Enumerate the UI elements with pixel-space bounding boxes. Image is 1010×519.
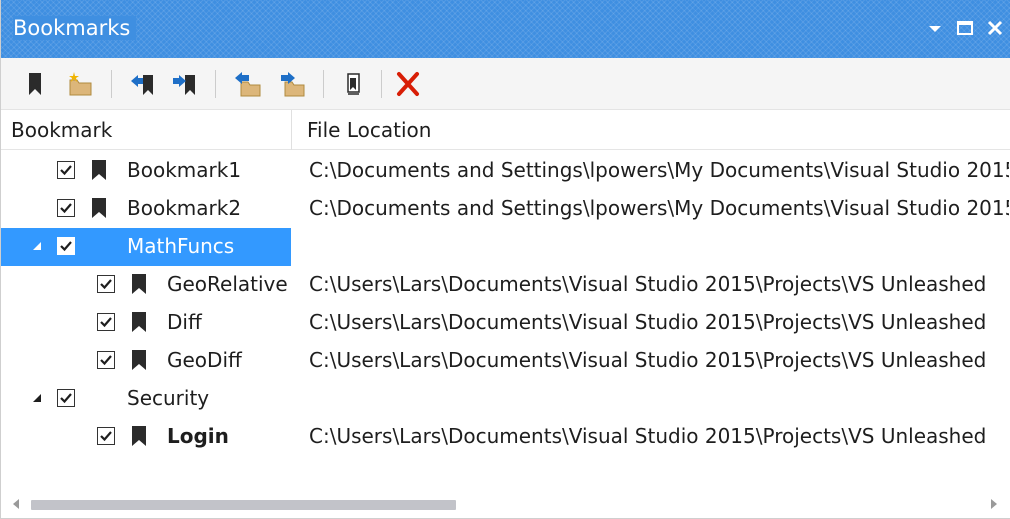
column-divider[interactable] (291, 110, 292, 150)
column-header: Bookmark File Location (1, 110, 1010, 150)
delete-button[interactable] (393, 68, 423, 100)
folder-item-security[interactable]: Security (1, 380, 1010, 418)
checkmark-icon (100, 355, 112, 366)
bookmark-location: C:\Users\Lars\Documents\Visual Studio 20… (309, 424, 987, 448)
title-bar[interactable]: Bookmarks (1, 0, 1010, 58)
next-bookmark-button[interactable] (171, 68, 201, 100)
previous-bookmark-icon (131, 75, 153, 95)
list-item[interactable]: Bookmark1 C:\Documents and Settings\lpow… (1, 152, 1010, 190)
toggle-bookmarks-icon (347, 73, 360, 95)
bookmark-list: Bookmark1 C:\Documents and Settings\lpow… (1, 152, 1010, 467)
delete-icon (397, 72, 419, 96)
checkmark-icon (60, 203, 72, 214)
bookmark-checkbox[interactable] (97, 275, 115, 293)
bookmark-icon (132, 350, 146, 370)
bookmark-name: GeoDiff (167, 348, 242, 372)
bookmark-icon (29, 73, 41, 95)
bookmark-icon (132, 274, 146, 294)
expand-collapse-icon[interactable] (31, 240, 43, 252)
previous-bookmark-button[interactable] (129, 68, 159, 100)
previous-in-folder-button[interactable] (233, 68, 263, 100)
checkmark-icon (60, 165, 72, 176)
checkmark-icon (100, 431, 112, 442)
checkmark-icon (60, 241, 72, 252)
window-title: Bookmarks (13, 16, 137, 40)
bookmark-checkbox[interactable] (97, 313, 115, 331)
list-item[interactable]: GeoRelative C:\Users\Lars\Documents\Visu… (1, 266, 1010, 304)
bookmark-name: Bookmark2 (127, 196, 242, 220)
column-header-file-location[interactable]: File Location (307, 118, 431, 142)
bookmark-name: Diff (167, 310, 202, 334)
bookmark-name: GeoRelative (167, 272, 288, 296)
bookmark-icon (132, 426, 146, 446)
bookmark-checkbox[interactable] (97, 427, 115, 445)
folder-item-mathfuncs[interactable]: MathFuncs (1, 228, 1010, 266)
horizontal-scrollbar[interactable] (1, 488, 1010, 518)
folder-name: MathFuncs (127, 234, 235, 258)
bookmark-checkbox[interactable] (97, 351, 115, 369)
scrollbar-thumb[interactable] (31, 500, 456, 510)
bookmark-checkbox[interactable] (57, 161, 75, 179)
bookmark-location: C:\Users\Lars\Documents\Visual Studio 20… (309, 272, 987, 296)
new-folder-icon (69, 72, 92, 96)
new-folder-button[interactable] (65, 68, 95, 100)
checkmark-icon (100, 317, 112, 328)
next-in-folder-button[interactable] (277, 68, 307, 100)
scroll-right-icon[interactable] (987, 496, 1001, 512)
scroll-left-icon[interactable] (9, 496, 23, 512)
bookmark-location: C:\Documents and Settings\lpowers\My Doc… (309, 196, 1009, 220)
list-item[interactable]: GeoDiff C:\Users\Lars\Documents\Visual S… (1, 342, 1010, 380)
checkmark-icon (100, 279, 112, 290)
close-icon[interactable] (983, 14, 1009, 42)
bookmark-location: C:\Documents and Settings\lpowers\My Doc… (309, 158, 1009, 182)
folder-checkbox[interactable] (57, 237, 75, 255)
bookmarks-window: Bookmarks Bookmark File Location Bookmar… (0, 0, 1010, 519)
bookmark-icon (92, 198, 106, 218)
toolbar-separator (381, 70, 382, 98)
bookmark-icon (92, 160, 106, 180)
list-item[interactable]: Bookmark2 C:\Documents and Settings\lpow… (1, 190, 1010, 228)
toolbar-separator (111, 70, 112, 98)
checkmark-icon (60, 393, 72, 404)
bookmark-name: Login (167, 424, 229, 448)
toolbar-separator (215, 70, 216, 98)
expand-collapse-icon[interactable] (31, 392, 43, 404)
maximize-icon[interactable] (953, 14, 977, 42)
bookmarks-toolbar (1, 58, 1010, 110)
previous-in-folder-icon (235, 72, 261, 97)
toolbar-separator (323, 70, 324, 98)
next-in-folder-icon (281, 72, 305, 97)
toggle-bookmark-button[interactable] (21, 68, 51, 100)
disable-all-bookmarks-button[interactable] (339, 68, 369, 100)
bookmark-name: Bookmark1 (127, 158, 242, 182)
bookmark-location: C:\Users\Lars\Documents\Visual Studio 20… (309, 348, 987, 372)
list-item[interactable]: Diff C:\Users\Lars\Documents\Visual Stud… (1, 304, 1010, 342)
column-header-bookmark[interactable]: Bookmark (11, 118, 112, 142)
folder-name: Security (127, 386, 210, 410)
list-item[interactable]: Login C:\Users\Lars\Documents\Visual Stu… (1, 418, 1010, 456)
window-position-dropdown-icon[interactable] (923, 14, 947, 42)
next-bookmark-icon (173, 75, 195, 95)
bookmark-checkbox[interactable] (57, 199, 75, 217)
bookmark-location: C:\Users\Lars\Documents\Visual Studio 20… (309, 310, 987, 334)
bookmark-icon (132, 312, 146, 332)
folder-checkbox[interactable] (57, 389, 75, 407)
